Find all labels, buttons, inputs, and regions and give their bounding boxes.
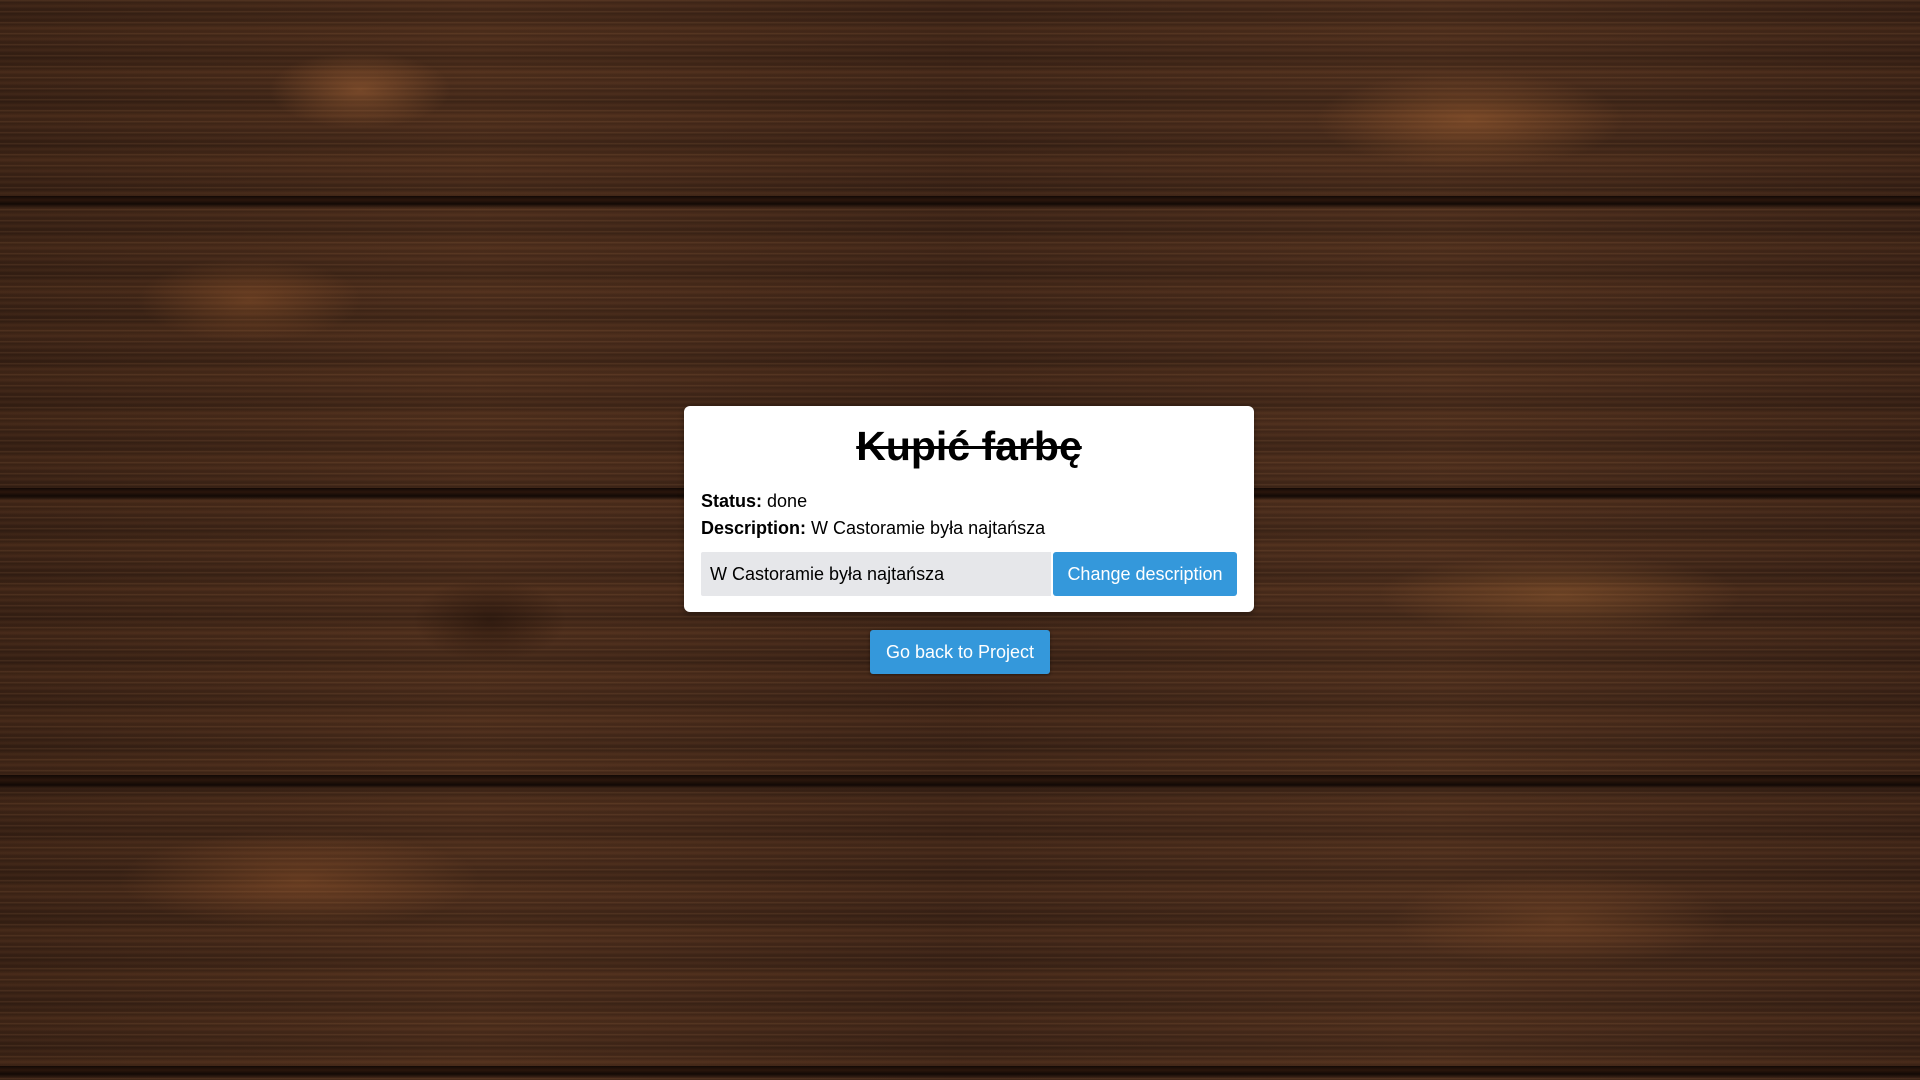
change-description-button[interactable]: Change description <box>1053 552 1237 596</box>
status-line: Status: done <box>701 488 1237 515</box>
status-label: Status: <box>701 491 763 511</box>
description-label: Description: <box>701 518 807 538</box>
description-value: W Castoramie była najtańsza <box>811 518 1046 538</box>
status-value: done <box>767 491 808 511</box>
task-info: Status: done Description: W Castoramie b… <box>701 488 1237 542</box>
task-title: Kupić farbę <box>856 423 1082 469</box>
description-input[interactable] <box>701 552 1051 596</box>
description-line: Description: W Castoramie była najtańsza <box>701 515 1237 542</box>
task-card: Kupić farbę Status: done Description: W … <box>684 406 1254 612</box>
description-edit-form: Change description <box>701 552 1237 596</box>
back-to-project-button[interactable]: Go back to Project <box>870 630 1050 674</box>
